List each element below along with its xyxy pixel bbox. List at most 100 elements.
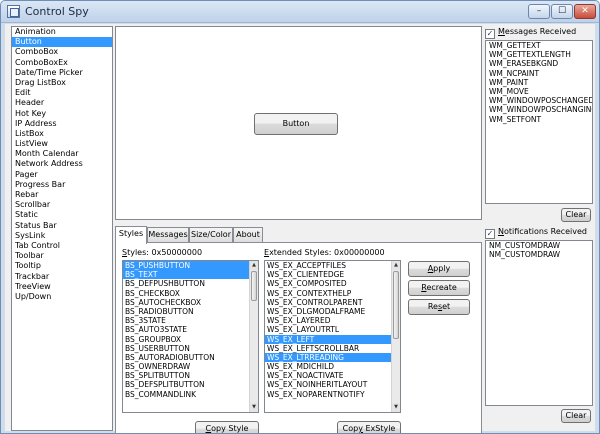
style-item[interactable]: WS_EX_LTRREADING — [265, 352, 400, 363]
minimize-button[interactable]: – — [528, 4, 550, 19]
style-item[interactable]: WS_EX_NOPARENTNOTIFY — [265, 390, 400, 399]
tab-styles[interactable]: Styles — [115, 226, 147, 244]
style-item[interactable]: WS_EX_MDICHILD — [265, 362, 400, 371]
control-type-item[interactable]: TreeView — [12, 282, 112, 292]
control-type-list[interactable]: Animation Button ComboBox ComboBoxEx Date/Ti… — [11, 26, 113, 431]
clear-messages-button[interactable]: Clear — [561, 208, 591, 222]
copy-style-button[interactable]: Copy Style — [195, 421, 259, 433]
window-title: Control Spy — [25, 5, 89, 18]
control-spy-window: Control Spy – ☐ ✕ Animation Button ComboBo… — [0, 0, 600, 434]
style-item[interactable]: BS_RADIOBUTTON — [123, 307, 258, 316]
ex-styles-scrollbar[interactable]: ▲ ▼ — [391, 261, 400, 412]
scroll-up-arrow-icon[interactable]: ▲ — [250, 261, 258, 270]
control-type-item[interactable]: Progress Bar — [12, 180, 112, 190]
style-item[interactable]: WS_EX_LEFTSCROLLBAR — [265, 344, 400, 353]
style-item[interactable]: WS_EX_DLGMODALFRAME — [265, 307, 400, 316]
messages-label: essages Received — [504, 27, 577, 36]
scroll-down-arrow-icon[interactable]: ▼ — [250, 403, 258, 412]
style-item[interactable]: BS_3STATE — [123, 316, 258, 325]
style-item[interactable]: BS_DEFSPLITBUTTON — [123, 380, 258, 389]
style-item[interactable]: BS_USERBUTTON — [123, 344, 258, 353]
style-item[interactable]: BS_AUTOCHECKBOX — [123, 298, 258, 307]
control-type-item[interactable]: Header — [12, 98, 112, 108]
control-type-item[interactable]: Network Address — [12, 159, 112, 169]
tab-size-color[interactable]: Size/Color — [189, 227, 233, 242]
clear-notifications-button[interactable]: Clear — [561, 409, 591, 423]
message-entry: WM_WINDOWPOSCHANGED — [489, 96, 593, 106]
control-type-item[interactable]: Tab Control — [12, 241, 112, 251]
control-type-item[interactable]: Toolbar — [12, 251, 112, 261]
close-button[interactable]: ✕ — [574, 4, 596, 19]
control-type-item[interactable]: Scrollbar — [12, 200, 112, 210]
app-icon — [7, 5, 20, 18]
scroll-up-arrow-icon[interactable]: ▲ — [392, 261, 400, 270]
control-type-item[interactable]: Tooltip — [12, 261, 112, 271]
control-type-item[interactable]: ComboBoxEx — [12, 58, 112, 68]
scroll-thumb[interactable] — [251, 271, 257, 301]
style-item[interactable]: WS_EX_ACCEPTFILES — [265, 261, 400, 270]
control-type-item[interactable]: Animation — [12, 27, 112, 37]
styles-tab-panel: Styles: 0x50000000 BS_PUSHBUTTON BS_TEXT B… — [115, 242, 482, 433]
control-type-item[interactable]: Hot Key — [12, 109, 112, 119]
control-type-item[interactable]: Drag ListBox — [12, 78, 112, 88]
demo-button[interactable]: Button — [254, 113, 338, 135]
notifications-header[interactable]: ✓ Notifications Received — [485, 227, 587, 239]
style-item[interactable]: WS_EX_LEFT — [265, 334, 400, 344]
maximize-button[interactable]: ☐ — [551, 4, 573, 19]
style-item[interactable]: WS_EX_CONTROLPARENT — [265, 298, 400, 307]
style-item[interactable]: BS_COMMANDLINK — [123, 390, 258, 399]
style-item[interactable]: BS_TEXT — [123, 270, 258, 280]
style-item[interactable]: WS_EX_LAYERED — [265, 316, 400, 325]
style-item[interactable]: WS_EX_NOACTIVATE — [265, 371, 400, 380]
control-type-item[interactable]: Pager — [12, 170, 112, 180]
style-item[interactable]: BS_GROUPBOX — [123, 335, 258, 344]
style-item[interactable]: BS_AUTORADIOBUTTON — [123, 353, 258, 362]
notifications-log[interactable]: NM_CUSTOMDRAW NM_CUSTOMDRAW — [485, 240, 593, 406]
styles-scrollbar[interactable]: ▲ ▼ — [249, 261, 258, 412]
control-type-item[interactable]: ComboBox — [12, 47, 112, 57]
scroll-thumb[interactable] — [393, 271, 399, 339]
control-type-item[interactable]: Month Calendar — [12, 149, 112, 159]
style-item[interactable]: WS_EX_LAYOUTRTL — [265, 325, 400, 334]
control-type-item[interactable]: SysLink — [12, 231, 112, 241]
control-type-item[interactable]: Up/Down — [12, 292, 112, 302]
control-type-item[interactable]: IP Address — [12, 119, 112, 129]
control-type-item[interactable]: Button — [12, 37, 112, 48]
tab-about[interactable]: About — [233, 227, 263, 242]
messages-header[interactable]: ✓ Messages Received — [485, 27, 576, 39]
style-item[interactable]: WS_EX_COMPOSITED — [265, 279, 400, 288]
style-item[interactable]: WS_EX_CLIENTEDGE — [265, 270, 400, 279]
control-type-item[interactable]: Trackbar — [12, 272, 112, 282]
tab-messages[interactable]: Messages — [147, 227, 189, 242]
style-item[interactable]: WS_EX_NOINHERITLAYOUT — [265, 380, 400, 389]
copy-style-post: opy Style — [211, 424, 249, 433]
ex-styles-label: Extended Styles: 0x00000000 — [264, 248, 385, 257]
styles-listbox[interactable]: BS_PUSHBUTTON BS_TEXT BS_DEFPUSHBUTTON BS_C… — [122, 260, 259, 413]
reset-button[interactable]: Reset — [408, 299, 470, 315]
title-bar[interactable]: Control Spy – ☐ ✕ — [1, 1, 599, 23]
control-type-item[interactable]: Edit — [12, 88, 112, 98]
style-item[interactable]: BS_CHECKBOX — [123, 289, 258, 298]
ex-styles-listbox[interactable]: WS_EX_ACCEPTFILES WS_EX_CLIENTEDGE WS_EX_C… — [264, 260, 401, 413]
apply-button[interactable]: Apply — [408, 261, 470, 277]
control-type-item[interactable]: ListBox — [12, 129, 112, 139]
control-type-item[interactable]: Static — [12, 210, 112, 220]
style-item[interactable]: BS_PUSHBUTTON — [123, 261, 258, 271]
style-item[interactable]: BS_AUTO3STATE — [123, 325, 258, 334]
scroll-down-arrow-icon[interactable]: ▼ — [392, 403, 400, 412]
style-item[interactable]: BS_SPLITBUTTON — [123, 371, 258, 380]
apply-label: pply — [433, 264, 451, 273]
control-type-item[interactable]: Date/Time Picker — [12, 68, 112, 78]
style-item[interactable]: BS_OWNERDRAW — [123, 362, 258, 371]
recreate-button[interactable]: Recreate — [408, 280, 470, 296]
message-entry: WM_NCPAINT — [489, 68, 540, 78]
style-item[interactable]: BS_DEFPUSHBUTTON — [123, 279, 258, 288]
messages-checkbox[interactable]: ✓ — [485, 29, 495, 39]
copy-exstyle-button[interactable]: Copy ExStyle — [337, 421, 401, 433]
style-item[interactable]: WS_EX_CONTEXTHELP — [265, 289, 400, 298]
control-type-item[interactable]: ListView — [12, 139, 112, 149]
control-type-item[interactable]: Status Bar — [12, 221, 112, 231]
notifications-checkbox[interactable]: ✓ — [485, 229, 495, 239]
messages-log[interactable]: WM_GETTEXT WM_GETTEXTLENGTH WM_ERASEBKGND W… — [485, 40, 593, 204]
control-type-item[interactable]: Rebar — [12, 190, 112, 200]
